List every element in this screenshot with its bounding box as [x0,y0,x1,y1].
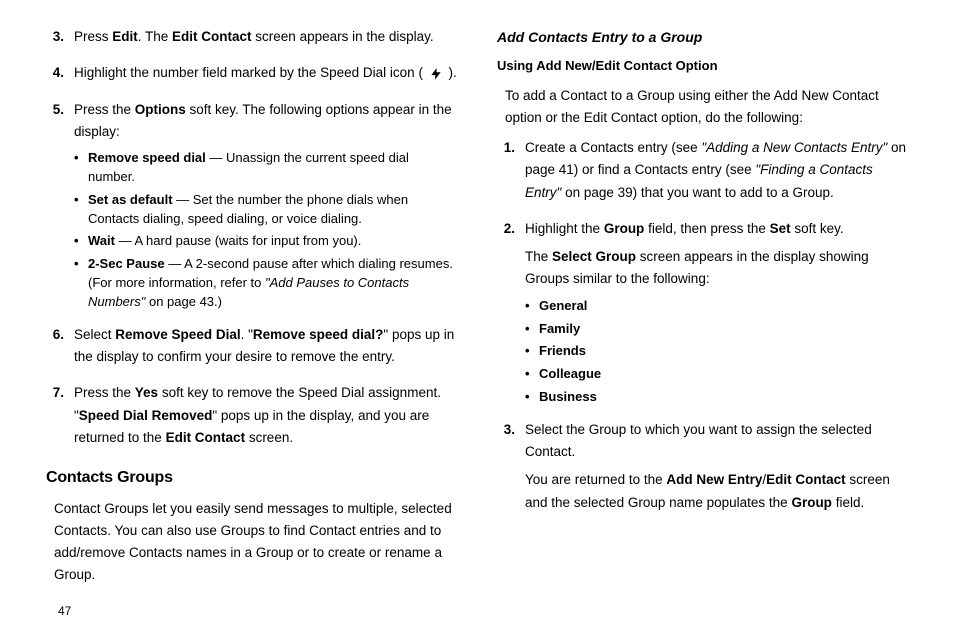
text: ). [448,65,456,80]
text: You are returned to the [525,472,666,487]
text-bold: Speed Dial Removed [79,408,213,423]
step-4: 4. Highlight the number field marked by … [46,62,457,90]
text-bold: 2-Sec Pause [88,256,165,271]
list-item: •Friends [525,342,908,361]
text-bold: Select Group [552,249,636,264]
text: soft key. [791,221,844,236]
step-5: 5. Press the Options soft key. The follo… [46,99,457,316]
text-bold: Group [604,221,645,236]
text-italic: "Adding a New Contacts Entry" [701,140,887,155]
text: screen appears in the display. [252,29,434,44]
list-item: •Business [525,388,908,407]
step-body: Select Remove Speed Dial. "Remove speed … [74,324,457,375]
step-number: 7. [46,382,74,455]
list-item: •Remove speed dial — Unassign the curren… [74,149,457,187]
text-bold: Remove Speed Dial [115,327,240,342]
options-list: •Remove speed dial — Unassign the curren… [74,149,457,312]
step-2: 2. Highlight the Group field, then press… [497,218,908,411]
text-bold: Friends [539,343,586,358]
text: The [525,249,552,264]
groups-list: •General •Family •Friends •Colleague •Bu… [525,297,908,407]
text: Press [74,29,112,44]
left-column: 3. Press Edit. The Edit Contact screen a… [46,26,457,616]
step-number: 5. [46,99,74,316]
step-number: 3. [46,26,74,54]
text-bold: Edit Contact [766,472,846,487]
text-bold: Set as default [88,192,173,207]
step-6: 6. Select Remove Speed Dial. "Remove spe… [46,324,457,375]
step-body: Create a Contacts entry (see "Adding a N… [525,137,908,210]
text: Highlight the [525,221,604,236]
step-7: 7. Press the Yes soft key to remove the … [46,382,457,455]
step-body: Press the Yes soft key to remove the Spe… [74,382,457,455]
text-bold: Set [770,221,791,236]
step-number: 6. [46,324,74,375]
list-item: •Family [525,320,908,339]
list-item: •Colleague [525,365,908,384]
text: on page 43.) [145,294,222,309]
text-bold: Add New Entry [666,472,762,487]
text: field. [832,495,864,510]
text: Press the [74,102,135,117]
step-number: 2. [497,218,525,411]
page-number: 47 [58,604,71,618]
step-3: 3. Select the Group to which you want to… [497,419,908,520]
text-bold: Family [539,321,580,336]
text-bold: Edit [112,29,138,44]
right-column: Add Contacts Entry to a Group Using Add … [497,26,908,616]
text: . " [241,327,253,342]
list-item: •Wait — A hard pause (waits for input fr… [74,232,457,251]
text: Create a Contacts entry (see [525,140,701,155]
step-number: 4. [46,62,74,90]
text: screen. [245,430,293,445]
text-bold: Business [539,389,597,404]
text: field, then press the [644,221,769,236]
contacts-groups-intro: Contact Groups let you easily send messa… [46,498,457,587]
step-body: Highlight the number field marked by the… [74,62,457,90]
step-body: Press Edit. The Edit Contact screen appe… [74,26,457,54]
intro-paragraph: To add a Contact to a Group using either… [497,85,908,130]
text-bold: Remove speed dial? [253,327,384,342]
text: Select the Group to which you want to as… [525,419,908,464]
text-bold: Options [135,102,186,117]
lightning-bolt-icon [429,66,443,82]
text-bold: General [539,298,587,313]
step-body: Highlight the Group field, then press th… [525,218,908,411]
text-bold: Colleague [539,366,601,381]
text: on page 39) that you want to add to a Gr… [561,185,833,200]
step-number: 3. [497,419,525,520]
list-item: •2-Sec Pause — A 2-second pause after wh… [74,255,457,312]
text: — A hard pause (waits for input from you… [115,233,361,248]
text-bold: Edit Contact [172,29,252,44]
heading-add-to-group: Add Contacts Entry to a Group [497,26,908,49]
subheading-using-option: Using Add New/Edit Contact Option [497,55,908,76]
speed-dial-icon [427,66,445,82]
heading-contacts-groups: Contacts Groups [46,465,457,491]
text-bold: Wait [88,233,115,248]
text-bold: Yes [135,385,158,400]
step-number: 1. [497,137,525,210]
text-bold: Remove speed dial [88,150,206,165]
text: Press the [74,385,135,400]
text-bold: Edit Contact [166,430,246,445]
list-item: •Set as default — Set the number the pho… [74,191,457,229]
text-bold: Group [791,495,832,510]
step-body: Select the Group to which you want to as… [525,419,908,520]
text: Select [74,327,115,342]
list-item: •General [525,297,908,316]
two-column-layout: 3. Press Edit. The Edit Contact screen a… [46,26,908,616]
step-3: 3. Press Edit. The Edit Contact screen a… [46,26,457,54]
text: Highlight the number field marked by the… [74,65,423,80]
text: . The [138,29,172,44]
step-1: 1. Create a Contacts entry (see "Adding … [497,137,908,210]
step-body: Press the Options soft key. The followin… [74,99,457,316]
